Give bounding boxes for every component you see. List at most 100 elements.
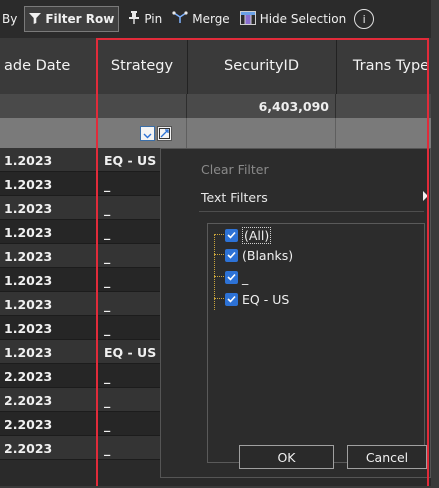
table-row[interactable]: 2.2023 _ xyxy=(0,364,160,388)
chevron-down-icon xyxy=(143,124,152,143)
group-by-button[interactable]: By xyxy=(0,6,22,32)
strategy-cell[interactable]: _ xyxy=(104,316,110,340)
strategy-cell[interactable]: _ xyxy=(104,388,110,412)
submenu-arrow-icon xyxy=(423,191,428,201)
table-row[interactable]: 1.2023 _ xyxy=(0,196,160,220)
table-row[interactable]: 1.2023 _ xyxy=(0,220,160,244)
summary-cell-security-id: 6,403,090 xyxy=(187,94,336,118)
info-icon[interactable]: i xyxy=(354,9,375,29)
strategy-cell[interactable]: EQ - US xyxy=(104,340,156,364)
strategy-cell[interactable]: _ xyxy=(104,172,110,196)
strategy-cell[interactable]: EQ - US xyxy=(104,148,156,172)
pin-label: Pin xyxy=(144,12,163,26)
filter-cell-security-id[interactable] xyxy=(187,118,336,148)
filter-row-button[interactable]: Filter Row xyxy=(24,6,120,32)
table-row[interactable]: 2.2023 _ xyxy=(0,436,160,460)
cell-divider xyxy=(97,340,98,364)
data-rows: 1.2023 EQ - US 1.2023 _ 1.2023 _ 1.2023 _ 1.2023… xyxy=(0,148,160,460)
filter-dropdown-button[interactable] xyxy=(140,126,155,141)
trade-date-cell[interactable]: 2.2023 xyxy=(4,364,52,388)
clear-filter-menu-item[interactable]: Clear Filter xyxy=(161,155,431,183)
table-row[interactable]: 1.2023 _ xyxy=(0,268,160,292)
trade-date-cell[interactable]: 1.2023 xyxy=(4,316,52,340)
cell-divider xyxy=(97,148,98,172)
header-trade-date[interactable]: ade Date xyxy=(0,38,97,94)
checkbox-checked-icon[interactable] xyxy=(225,292,238,306)
strategy-cell[interactable]: _ xyxy=(104,244,110,268)
column-header-row: ade Date Strategy SecurityID Trans Type xyxy=(0,38,431,95)
merge-button[interactable]: Merge xyxy=(167,6,234,32)
filter-value-eq-us[interactable]: EQ - US xyxy=(225,289,289,309)
strategy-cell[interactable]: _ xyxy=(104,268,110,292)
filter-value-all[interactable]: (All) xyxy=(225,225,272,245)
table-row[interactable]: 1.2023 EQ - US xyxy=(0,148,160,172)
group-by-label: By xyxy=(2,12,18,26)
strategy-cell[interactable]: _ xyxy=(104,436,110,460)
table-row[interactable]: 2.2023 _ xyxy=(0,412,160,436)
grid-viewport: By Filter Row Pin Merge Hide Selection i… xyxy=(0,0,431,486)
filter-operator-button[interactable] xyxy=(157,126,172,141)
cell-divider xyxy=(97,220,98,244)
table-row[interactable]: 1.2023 _ xyxy=(0,316,160,340)
hide-selection-label: Hide Selection xyxy=(259,12,347,26)
trade-date-cell[interactable]: 2.2023 xyxy=(4,436,52,460)
checkbox-checked-icon[interactable] xyxy=(225,270,238,284)
summary-cell-trade-date xyxy=(0,94,97,118)
strategy-cell[interactable]: _ xyxy=(104,220,110,244)
filter-row-label: Filter Row xyxy=(45,12,115,26)
filter-cell-trans-type[interactable] xyxy=(336,118,431,148)
trade-date-cell[interactable]: 1.2023 xyxy=(4,172,52,196)
header-strategy[interactable]: Strategy xyxy=(97,38,188,94)
table-row[interactable]: 1.2023 _ xyxy=(0,292,160,316)
merge-icon xyxy=(172,11,192,27)
cell-divider xyxy=(97,436,98,460)
cell-divider xyxy=(97,172,98,196)
strategy-cell[interactable]: _ xyxy=(104,292,110,316)
trade-date-cell[interactable]: 2.2023 xyxy=(4,388,52,412)
table-row[interactable]: 1.2023 _ xyxy=(0,244,160,268)
cell-divider xyxy=(97,292,98,316)
filter-row xyxy=(0,118,431,149)
filter-operator-icon xyxy=(159,124,170,143)
hide-selection-button[interactable]: Hide Selection xyxy=(235,6,351,32)
table-row[interactable]: 1.2023 EQ - US xyxy=(0,340,160,364)
strategy-cell[interactable]: _ xyxy=(104,412,110,436)
strategy-cell[interactable]: _ xyxy=(104,196,110,220)
summary-cell-strategy xyxy=(97,94,187,118)
pin-button[interactable]: Pin xyxy=(123,6,167,32)
merge-label: Merge xyxy=(192,12,230,26)
table-row[interactable]: 2.2023 _ xyxy=(0,388,160,412)
header-security-id[interactable]: SecurityID xyxy=(187,38,337,94)
cell-divider xyxy=(97,388,98,412)
table-row[interactable]: 1.2023 _ xyxy=(0,172,160,196)
trade-date-cell[interactable]: 1.2023 xyxy=(4,340,52,364)
text-filters-menu-item[interactable]: Text Filters xyxy=(161,183,431,211)
trade-date-cell[interactable]: 1.2023 xyxy=(4,148,52,172)
filter-dropdown-popup: Clear Filter Text Filters (All) (Blanks)… xyxy=(160,148,431,478)
cell-divider xyxy=(97,196,98,220)
cell-divider xyxy=(97,316,98,340)
menu-separator xyxy=(199,211,424,212)
cell-divider xyxy=(97,268,98,292)
checkbox-checked-icon[interactable] xyxy=(225,228,238,242)
cell-divider xyxy=(97,244,98,268)
trade-date-cell[interactable]: 1.2023 xyxy=(4,244,52,268)
header-trans-type[interactable]: Trans Type xyxy=(336,38,431,94)
strategy-cell[interactable]: _ xyxy=(104,364,110,388)
checkbox-checked-icon[interactable] xyxy=(225,248,238,262)
hide-columns-icon xyxy=(239,10,260,28)
filter-cell-trade-date[interactable] xyxy=(0,118,97,148)
cell-divider xyxy=(97,364,98,388)
trade-date-cell[interactable]: 1.2023 xyxy=(4,220,52,244)
trade-date-cell[interactable]: 1.2023 xyxy=(4,196,52,220)
ok-button[interactable]: OK xyxy=(239,445,334,469)
trade-date-cell[interactable]: 1.2023 xyxy=(4,292,52,316)
summary-row: 6,403,090 xyxy=(0,94,431,119)
filter-cell-strategy[interactable] xyxy=(97,118,187,148)
filter-value-blanks[interactable]: (Blanks) xyxy=(225,245,293,265)
filter-icon xyxy=(29,12,45,27)
trade-date-cell[interactable]: 1.2023 xyxy=(4,268,52,292)
filter-value-underscore[interactable]: _ xyxy=(225,267,248,287)
trade-date-cell[interactable]: 2.2023 xyxy=(4,412,52,436)
cancel-button[interactable]: Cancel xyxy=(347,445,427,469)
